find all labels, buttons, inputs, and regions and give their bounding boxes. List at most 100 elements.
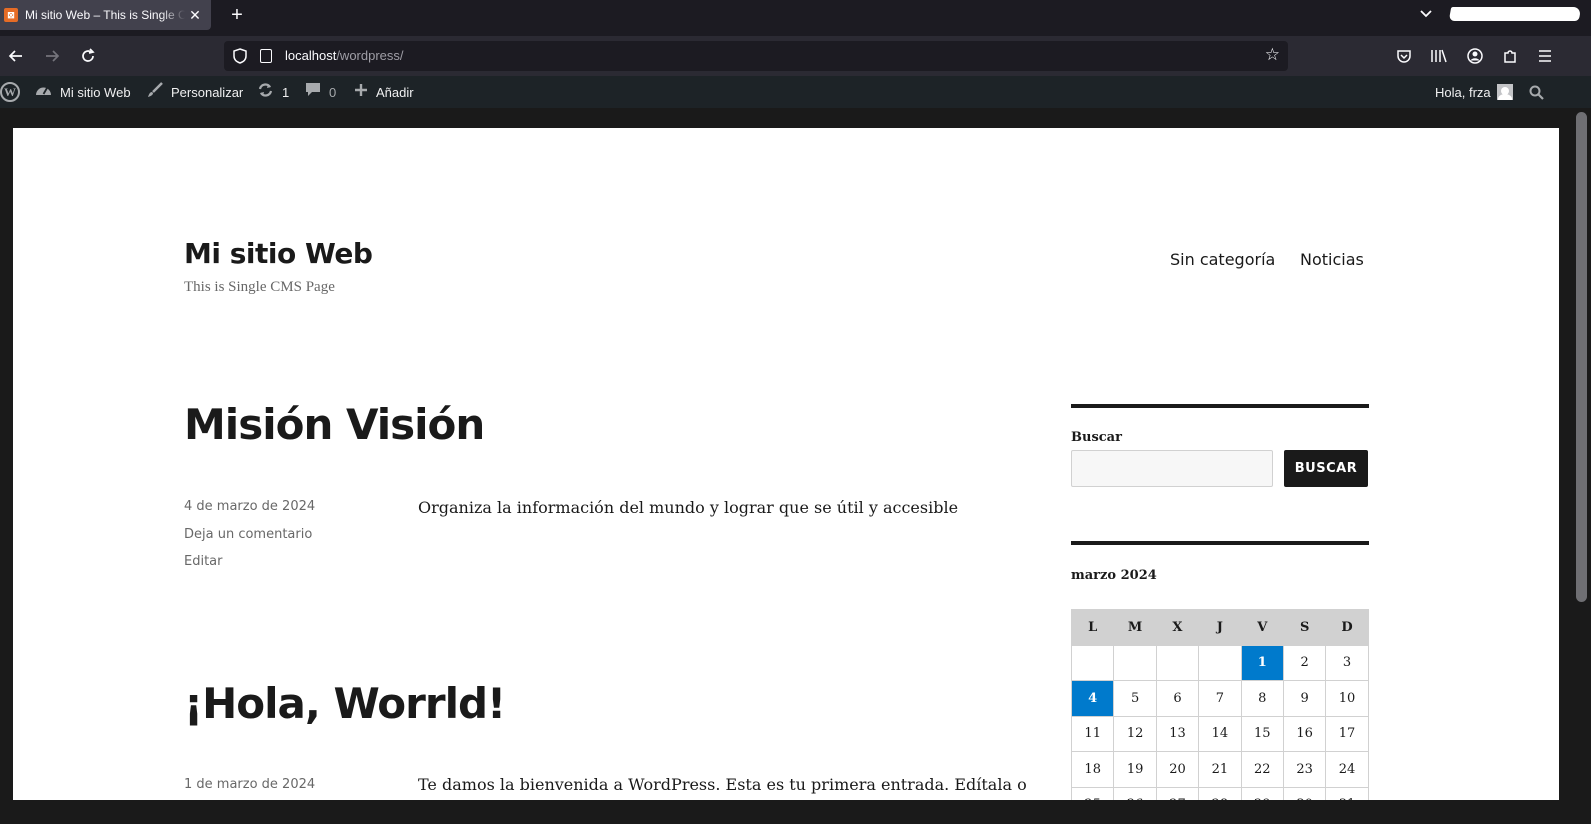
- calendar-week-row: 11 12 13 14 15 16 17: [1070, 715, 1369, 752]
- calendar-day[interactable]: 4: [1070, 680, 1115, 717]
- library-icon[interactable]: [1427, 44, 1451, 68]
- browser-tab[interactable]: ⊠ Mi sitio Web – This is Single CMS Page…: [0, 0, 211, 30]
- post-content: Organiza la información del mundo y logr…: [418, 498, 959, 517]
- calendar-weekday-header: D: [1325, 609, 1369, 646]
- menu-item-sin-categoria[interactable]: Sin categoría: [1170, 250, 1275, 269]
- calendar-day[interactable]: 1: [1240, 644, 1284, 681]
- calendar-week-row: 4 5 6 7 8 9 10: [1070, 680, 1369, 717]
- page-scrollbar[interactable]: [1572, 108, 1591, 824]
- dashboard-gauge-icon: [35, 83, 52, 102]
- calendar-day: 30: [1282, 786, 1327, 800]
- xampp-favicon-icon: ⊠: [4, 8, 18, 22]
- calendar-day: 5: [1113, 680, 1157, 717]
- search-button[interactable]: BUSCAR: [1284, 450, 1368, 487]
- new-tab-button[interactable]: +: [226, 4, 248, 26]
- bookmark-star-icon[interactable]: ☆: [1265, 45, 1280, 65]
- calendar-day: 12: [1113, 715, 1157, 752]
- post-content: Te damos la bienvenida a WordPress. Esta…: [418, 775, 1027, 794]
- add-new-link: Añadir: [376, 84, 414, 100]
- scrollbar-thumb[interactable]: [1576, 112, 1587, 602]
- calendar-day: 23: [1282, 751, 1327, 788]
- close-tab-icon[interactable]: ✕: [186, 6, 204, 24]
- calendar-empty-cell: [1070, 644, 1115, 681]
- calendar-week-row: 123: [1070, 644, 1369, 681]
- pocket-icon[interactable]: [1392, 44, 1416, 68]
- calendar-empty-cell: [1155, 644, 1200, 681]
- calendar-day: 8: [1240, 680, 1284, 717]
- calendar-day: 14: [1198, 715, 1242, 752]
- calendar-day: 31: [1325, 786, 1369, 800]
- site-description: This is Single CMS Page: [184, 279, 335, 295]
- post-title[interactable]: Misión Visión: [184, 400, 485, 449]
- search-label: Buscar: [1071, 430, 1122, 445]
- updates-refresh-icon: [257, 82, 274, 103]
- calendar-day: 6: [1155, 680, 1200, 717]
- browser-tab-strip: ⊠ Mi sitio Web – This is Single CMS Page…: [0, 0, 1591, 36]
- updates-menu[interactable]: 1: [257, 76, 289, 108]
- url-text[interactable]: localhost/wordpress/: [285, 48, 404, 63]
- avatar: [1496, 84, 1513, 100]
- back-button[interactable]: [4, 44, 28, 68]
- calendar-day: 2: [1282, 644, 1327, 681]
- calendar-day: 27: [1155, 786, 1200, 800]
- calendar-weekday-header: L: [1070, 609, 1115, 646]
- post-comment-link[interactable]: Deja un comentario: [184, 527, 312, 542]
- calendar-day: 22: [1240, 751, 1284, 788]
- post-date[interactable]: 4 de marzo de 2024: [184, 499, 315, 514]
- calendar-empty-cell: [1113, 644, 1157, 681]
- customize-menu[interactable]: Personalizar: [147, 76, 243, 108]
- calendar-day: 29: [1240, 786, 1284, 800]
- post-title[interactable]: ¡Hola, Worrld!: [184, 679, 506, 728]
- new-content-menu[interactable]: Añadir: [354, 76, 414, 108]
- calendar-week-row: 18 19 20 21 22 23 24: [1070, 751, 1369, 788]
- calendar-day: 21: [1198, 751, 1242, 788]
- site-title[interactable]: Mi sitio Web: [184, 237, 373, 270]
- widget-divider: [1071, 404, 1369, 408]
- admin-search-icon[interactable]: [1529, 76, 1544, 108]
- forward-button[interactable]: [40, 44, 64, 68]
- wp-admin-bar: W Mi sitio Web Personalizar 1 0 Añadir H…: [0, 76, 1591, 108]
- wordpress-logo-icon: W: [0, 82, 20, 102]
- paintbrush-icon: [147, 81, 163, 103]
- tracking-shield-icon[interactable]: [233, 48, 247, 64]
- menu-hamburger-icon[interactable]: [1533, 44, 1557, 68]
- calendar-empty-cell: [1198, 644, 1242, 681]
- calendar-table: LMXJVSD 1 2 3 4 5 6 7 8 9 10 11 12 13 14 15 16 17 18 19 20 2…: [1070, 609, 1369, 800]
- extensions-icon[interactable]: [1498, 44, 1522, 68]
- calendar-day: 7: [1198, 680, 1242, 717]
- calendar-week-row: 25262728293031: [1070, 786, 1369, 800]
- calendar-day: 20: [1155, 751, 1200, 788]
- plus-icon: [354, 83, 368, 102]
- my-account-menu[interactable]: Hola, frza: [1435, 76, 1513, 108]
- widget-divider: [1071, 541, 1369, 545]
- post-date[interactable]: 1 de marzo de 2024: [184, 777, 315, 792]
- calendar-day: 13: [1155, 715, 1200, 752]
- tab-list-chevron-icon[interactable]: [1416, 6, 1436, 26]
- calendar-day: 18: [1070, 751, 1115, 788]
- calendar-day: 24: [1325, 751, 1369, 788]
- url-bar[interactable]: localhost/wordpress/ ☆: [224, 41, 1288, 71]
- wp-logo-menu[interactable]: W: [0, 76, 20, 108]
- calendar-weekday-header: V: [1240, 609, 1284, 646]
- comment-bubble-icon: [305, 82, 321, 102]
- calendar-weekday-header: S: [1282, 609, 1327, 646]
- tab-title: Mi sitio Web – This is Single CMS Page: [25, 8, 185, 22]
- site-name-link: Mi sitio Web: [60, 84, 131, 100]
- search-input[interactable]: [1071, 450, 1273, 487]
- calendar-day: 3: [1325, 644, 1369, 681]
- site-name-menu[interactable]: Mi sitio Web: [35, 76, 131, 108]
- calendar-day: 16: [1282, 715, 1327, 752]
- account-icon[interactable]: [1463, 44, 1487, 68]
- calendar-weekday-header: M: [1113, 609, 1157, 646]
- reload-button[interactable]: [76, 44, 100, 68]
- post-edit-link[interactable]: Editar: [184, 554, 223, 569]
- calendar-weekday-header: X: [1155, 609, 1200, 646]
- browser-navbar: localhost/wordpress/ ☆: [0, 36, 1591, 76]
- calendar-day: 28: [1198, 786, 1242, 800]
- calendar-day: 10: [1325, 680, 1369, 717]
- page-info-icon[interactable]: [260, 49, 272, 63]
- comments-menu[interactable]: 0: [305, 76, 336, 108]
- greeting-text: Hola, frza: [1435, 84, 1491, 100]
- customize-link: Personalizar: [171, 84, 244, 100]
- menu-item-noticias[interactable]: Noticias: [1300, 250, 1364, 269]
